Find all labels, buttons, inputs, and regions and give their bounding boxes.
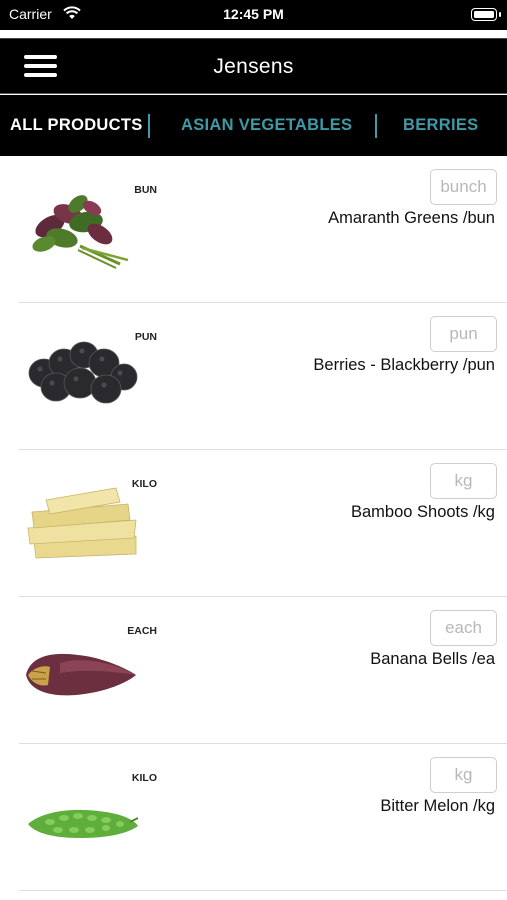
product-name: Bitter Melon /kg (380, 797, 495, 815)
product-row[interactable]: KILO kg Bitter Melon /kg (0, 744, 507, 891)
battery-icon (471, 8, 497, 21)
tab-asian-vegetables[interactable]: ASIAN VEGETABLES (181, 116, 352, 135)
quantity-input[interactable]: pun (430, 316, 497, 352)
tab-berries[interactable]: BERRIES (403, 116, 478, 135)
product-row[interactable]: EACH each Banana Bells /ea (0, 597, 507, 744)
tab-divider (375, 114, 377, 138)
category-tabs: ALL PRODUCTS ASIAN VEGETABLES BERRIES (0, 95, 507, 156)
bitter-melon-image (28, 809, 138, 838)
product-list: BUN bunch Amaranth Greens /bun PUN pun B… (0, 156, 507, 891)
product-row[interactable]: BUN bunch Amaranth Greens /bun (0, 156, 507, 303)
blackberry-image (28, 341, 138, 404)
bamboo-shoots-image (27, 487, 137, 559)
banana-bells-image (26, 653, 136, 696)
product-name: Banana Bells /ea (370, 650, 495, 668)
page-title: Jensens (213, 55, 294, 78)
product-row[interactable]: PUN pun Berries - Blackberry /pun (0, 303, 507, 450)
tab-all-products[interactable]: ALL PRODUCTS (10, 116, 143, 135)
product-name: Amaranth Greens /bun (328, 209, 495, 227)
clock: 12:45 PM (223, 6, 284, 22)
battery-tip (499, 12, 501, 17)
tab-divider (148, 114, 150, 138)
unit-tag: EACH (127, 625, 157, 637)
product-row[interactable]: KILO kg Bamboo Shoots /kg (0, 450, 507, 597)
nav-bar: Jensens (0, 38, 507, 94)
unit-tag: BUN (134, 184, 157, 196)
quantity-input[interactable]: kg (430, 757, 497, 793)
quantity-input[interactable]: kg (430, 463, 497, 499)
quantity-input[interactable]: each (430, 610, 497, 646)
amaranth-greens-image (32, 195, 129, 269)
quantity-input[interactable]: bunch (430, 169, 497, 205)
unit-tag: KILO (131, 478, 157, 490)
product-name: Berries - Blackberry /pun (313, 356, 495, 374)
product-name: Bamboo Shoots /kg (350, 503, 495, 521)
status-bar: Carrier 12:45 PM (0, 0, 507, 30)
unit-tag: KILO (131, 772, 157, 784)
unit-tag: PUN (134, 331, 157, 343)
